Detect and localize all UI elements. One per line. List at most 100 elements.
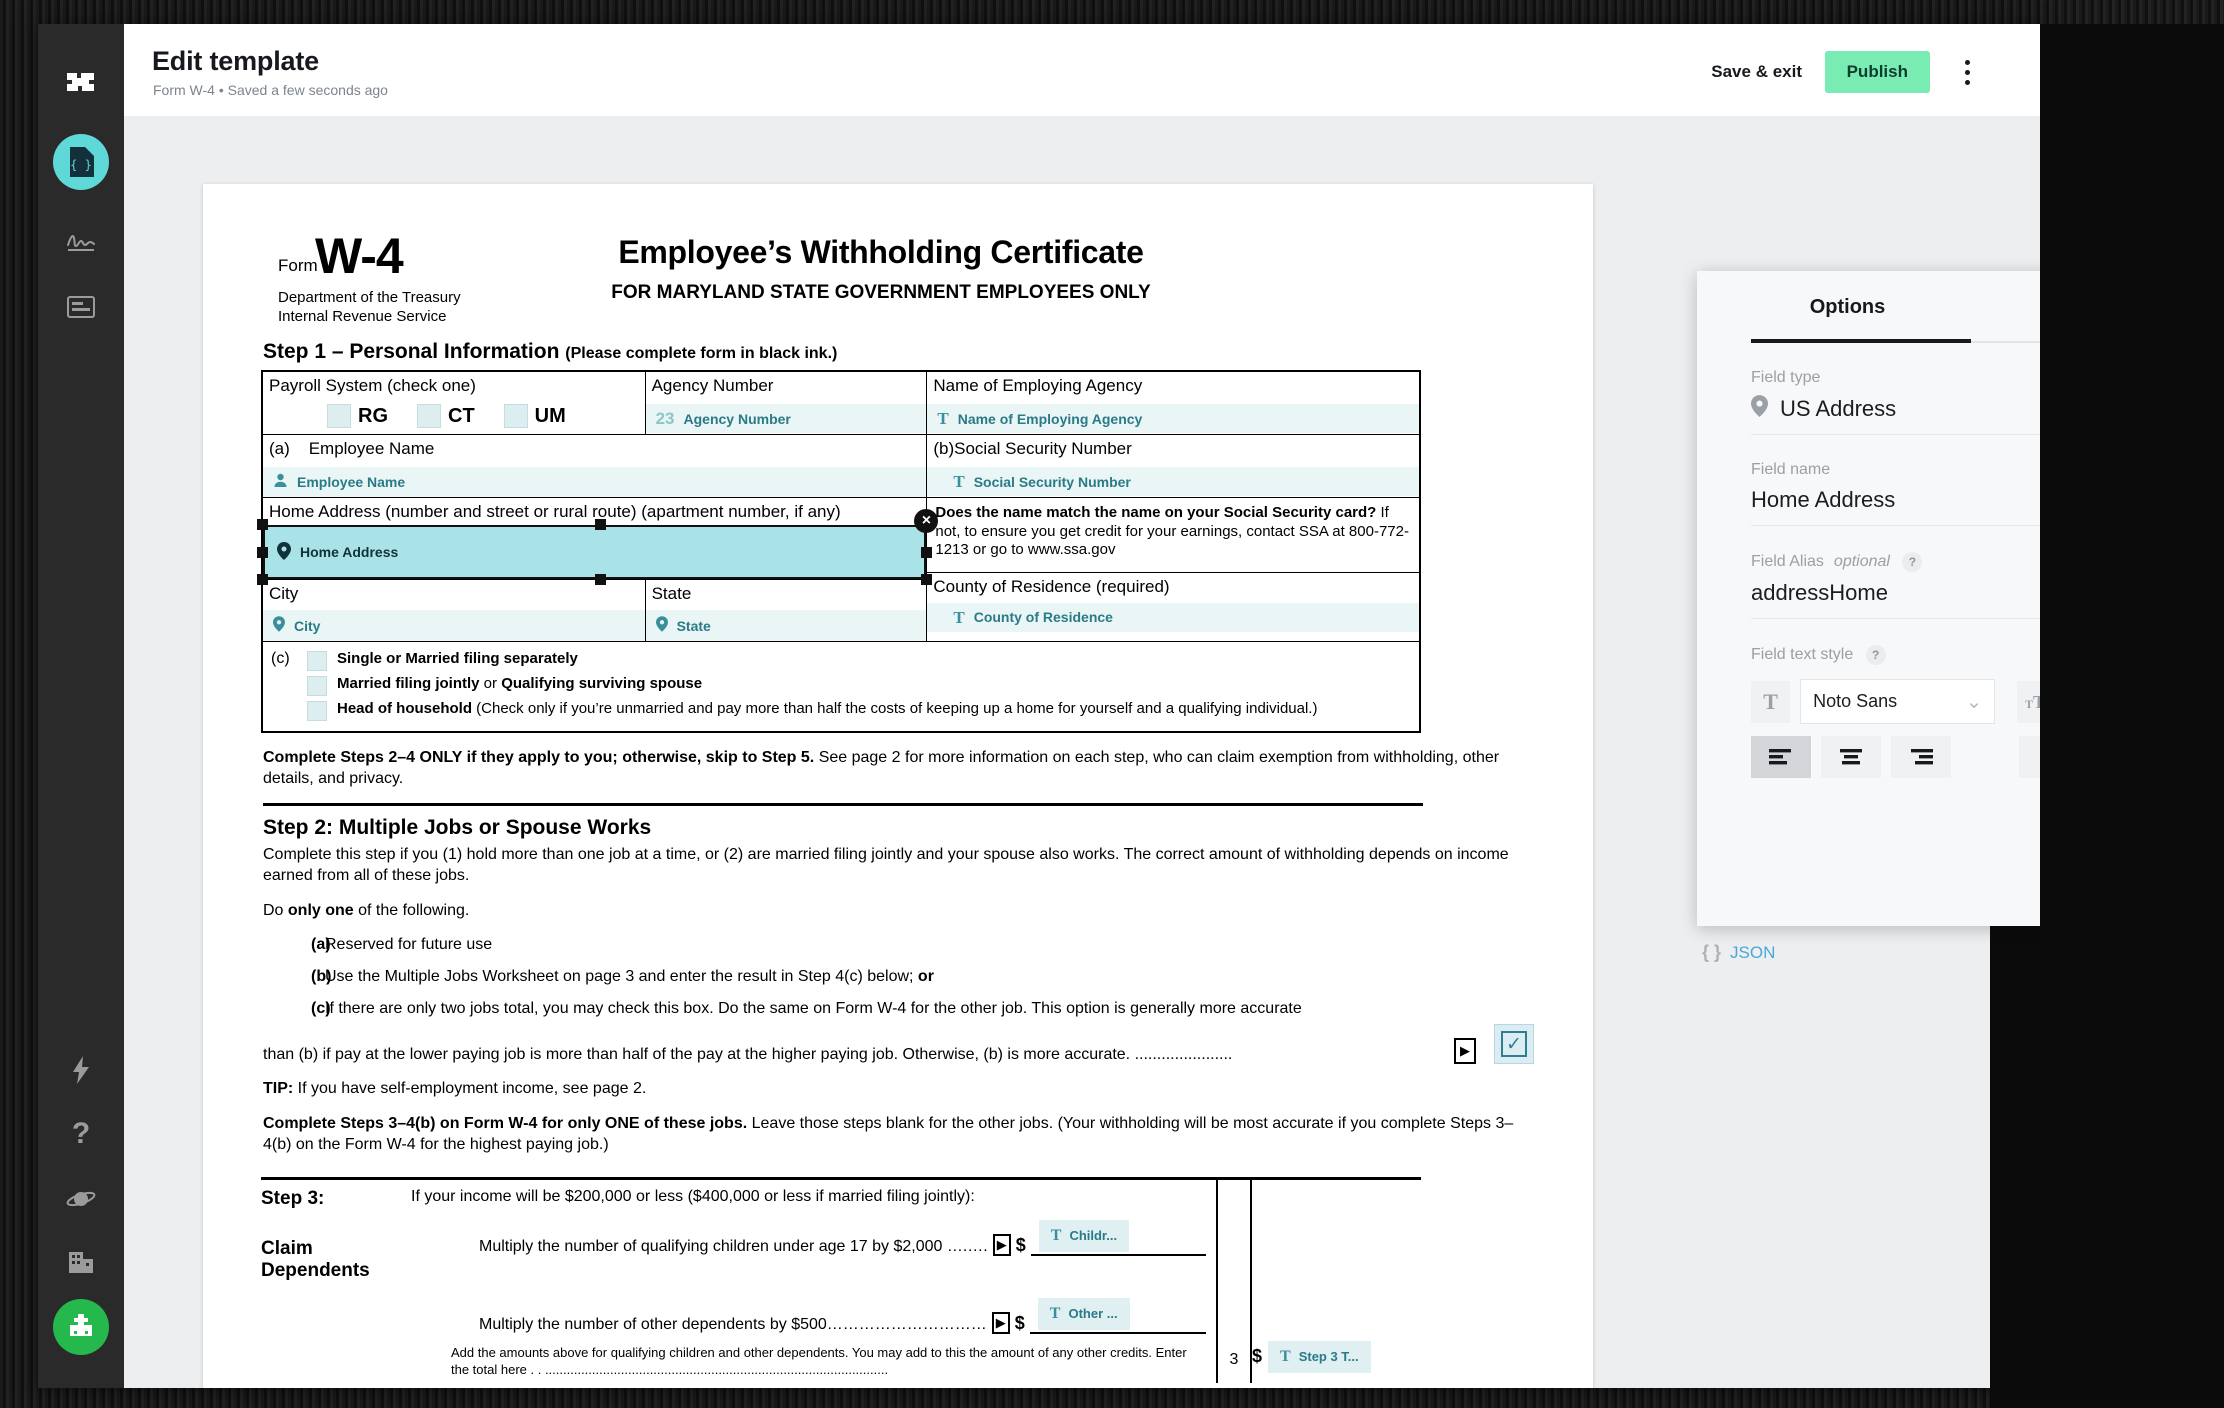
checkbox-ct[interactable] <box>417 404 441 428</box>
resize-handle-tc[interactable] <box>594 519 606 530</box>
help-icon[interactable]: ? <box>1865 645 1886 665</box>
item-marker: (a) <box>311 935 331 953</box>
employee-name-marker: (a) <box>269 439 290 458</box>
bold-button[interactable]: B <box>2019 736 2040 778</box>
tip-line: TIP: If you have self-employment income,… <box>263 1079 647 1097</box>
ssn-caption: (b)Social Security Number <box>927 435 1419 460</box>
step2-heading: Step 2: Multiple Jobs or Spouse Works <box>263 816 652 840</box>
field-chip-employing-agency[interactable]: T Name of Employing Agency <box>927 404 1419 433</box>
irs-line: Internal Revenue Service <box>278 308 447 326</box>
checkbox-rg[interactable] <box>327 404 351 428</box>
form-canvas[interactable]: Form W-4 Department of the Treasury Inte… <box>203 184 1593 1388</box>
state-cell: State State <box>644 579 928 642</box>
field-type-select[interactable]: US Address ⌄ <box>1751 387 2040 435</box>
payroll-label-rg: RG <box>358 404 388 427</box>
field-chip-label: Name of Employing Agency <box>957 410 1143 427</box>
sidebar-item-help[interactable]: ? <box>53 1106 109 1162</box>
arrow-marker-icon: ▶ <box>1454 1037 1476 1064</box>
sidebar-item-forms[interactable] <box>53 279 109 335</box>
city-caption: City <box>269 584 299 603</box>
checkbox-um[interactable] <box>503 404 528 428</box>
field-chip-two-jobs-checkbox[interactable]: ✓ <box>1494 1023 1534 1064</box>
field-alias-input[interactable]: addressHome <box>1751 572 2040 619</box>
field-chip-other-dependents[interactable]: T Other ... <box>1037 1297 1130 1330</box>
filing-status-row: Head of household (Check only if you’re … <box>263 698 1419 723</box>
field-chip-home-address[interactable]: Home Address <box>263 525 927 579</box>
avatar[interactable] <box>53 1299 109 1355</box>
divider <box>263 803 1423 807</box>
item-text: Use the Multiple Jobs Worksheet on page … <box>325 967 934 985</box>
json-view-link[interactable]: { } JSON <box>1702 942 1775 963</box>
field-name-input[interactable]: Home Address <box>1751 479 2040 526</box>
sidebar-item-templates[interactable]: { } <box>53 134 109 190</box>
align-style-row: B I <box>1751 736 2040 778</box>
step3-label-2: Claim <box>261 1237 313 1259</box>
resize-handle-bc[interactable] <box>594 574 606 585</box>
sidebar-item-logo[interactable] <box>53 54 109 110</box>
payroll-caption: Payroll System (check one) <box>269 376 476 395</box>
dollar-sign: $ <box>1015 1234 1026 1255</box>
step3-intro: If your income will be $200,000 or less … <box>411 1187 975 1205</box>
field-chip-label: Other ... <box>1068 1306 1118 1322</box>
city-cell: City City <box>261 579 646 642</box>
step1-heading: Step 1 – Personal Information (Please co… <box>263 340 1536 364</box>
resize-handle-bl[interactable] <box>257 574 268 585</box>
ssn-text: Social Security Number <box>954 439 1132 458</box>
filing-status-marker: (c) <box>271 650 290 667</box>
save-and-exit-button[interactable]: Save & exit <box>1711 62 1802 82</box>
resize-handle-br[interactable] <box>921 574 933 585</box>
align-left-icon[interactable] <box>1751 736 1811 778</box>
sidebar-item-signatures[interactable] <box>53 214 109 270</box>
field-chip-label: Social Security Number <box>973 473 1131 490</box>
field-chip-children[interactable]: T Childr... <box>1038 1219 1130 1252</box>
county-block: County of Residence (required) T County … <box>927 571 1419 632</box>
resize-handle-tl[interactable] <box>257 519 268 530</box>
ssa-note-cell: Does the name match the name on your Soc… <box>926 497 1421 642</box>
resize-handle-mr[interactable] <box>921 547 933 558</box>
sidebar-item-automation[interactable] <box>53 1042 109 1098</box>
json-link-label: JSON <box>1730 942 1776 962</box>
form-masthead: Form W-4 Department of the Treasury Inte… <box>261 212 1536 330</box>
payroll-label-ct: CT <box>448 404 475 427</box>
field-type-label: Field type <box>1751 369 1821 386</box>
field-chip-county[interactable]: T County of Residence <box>927 602 1419 632</box>
field-chip-employee-name[interactable]: Employee Name <box>263 467 927 497</box>
payroll-label-um: UM <box>534 404 566 427</box>
checkbox-head-of-household[interactable] <box>307 701 327 721</box>
resize-handle-ml[interactable] <box>257 547 268 558</box>
field-chip-city[interactable]: City <box>263 610 645 641</box>
text-icon: T <box>1049 1304 1061 1322</box>
field-chip-state[interactable]: State <box>645 610 927 641</box>
sidebar-item-integrations[interactable] <box>53 979 109 1035</box>
kebab-menu-icon[interactable] <box>1954 55 1980 89</box>
font-family-value: Noto Sans <box>1813 691 1898 711</box>
ssn-marker: (b) <box>933 439 955 458</box>
field-chip-agency-number[interactable]: 23 Agency Number <box>645 404 927 433</box>
tab-underline-active <box>1751 339 1971 343</box>
panel-tabs: Options Advanced <box>1697 271 2040 343</box>
sidebar-item-explore[interactable] <box>53 1171 109 1227</box>
align-right-icon[interactable] <box>1891 736 1951 778</box>
tab-advanced[interactable]: Advanced <box>1998 271 2040 343</box>
text-icon: T <box>953 607 965 627</box>
checkbox-married-jointly[interactable] <box>307 676 327 696</box>
tab-options[interactable]: Options <box>1697 271 1998 343</box>
checkbox-single[interactable] <box>307 651 327 671</box>
font-family-select[interactable]: Noto Sans ⌄ <box>1800 679 1996 724</box>
line1-blank: T Childr... <box>1030 1219 1206 1256</box>
help-icon[interactable]: ? <box>1902 552 1923 572</box>
publish-button[interactable]: Publish <box>1824 51 1930 93</box>
integrations-icon <box>67 993 95 1021</box>
state-caption: State <box>651 584 692 603</box>
planet-icon <box>66 1188 96 1210</box>
field-chip-label: Childr... <box>1069 1228 1118 1244</box>
align-center-icon[interactable] <box>1821 736 1881 778</box>
field-chip-step3-total[interactable]: T Step 3 T... <box>1268 1340 1371 1373</box>
employee-name-text: Employee Name <box>308 439 435 458</box>
filing-status-row: Married filing jointly or Qualifying sur… <box>263 673 1419 698</box>
field-chip-ssn[interactable]: T Social Security Number <box>927 467 1419 496</box>
application-window: { } ? Edit template Form W-4 • Saved a f… <box>38 24 2040 1388</box>
selected-field-wrapper: Home Address × <box>257 509 939 585</box>
sidebar-item-organization[interactable] <box>53 1234 109 1290</box>
lightning-icon <box>72 1056 90 1084</box>
